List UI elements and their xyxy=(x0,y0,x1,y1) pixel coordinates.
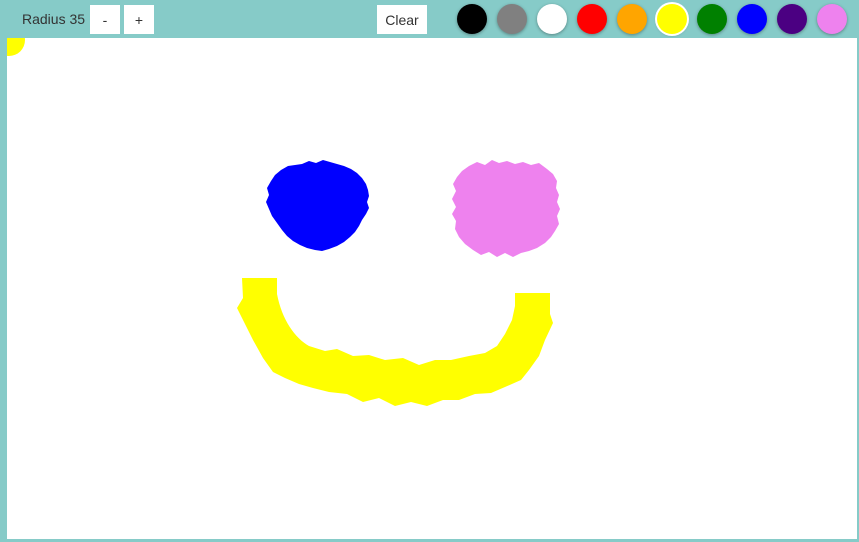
color-swatch-orange[interactable] xyxy=(617,4,647,34)
right-eye-stroke xyxy=(452,160,560,257)
toolbar: Radius 35 - + Clear xyxy=(0,0,859,38)
color-swatch-black[interactable] xyxy=(457,4,487,34)
color-swatch-yellow[interactable] xyxy=(657,4,687,34)
color-swatch-violet[interactable] xyxy=(817,4,847,34)
left-eye-stroke xyxy=(266,160,369,251)
smile-stroke xyxy=(237,278,553,406)
color-swatch-indigo[interactable] xyxy=(777,4,807,34)
decrease-radius-button[interactable]: - xyxy=(90,5,120,34)
corner-dot-stroke xyxy=(7,38,25,56)
clear-button[interactable]: Clear xyxy=(377,5,427,34)
color-swatch-gray[interactable] xyxy=(497,4,527,34)
increase-radius-button[interactable]: + xyxy=(124,5,154,34)
radius-label: Radius 35 xyxy=(22,11,86,27)
color-swatch-white[interactable] xyxy=(537,4,567,34)
color-swatch-blue[interactable] xyxy=(737,4,767,34)
drawing-canvas[interactable] xyxy=(7,38,857,539)
color-swatch-green[interactable] xyxy=(697,4,727,34)
color-swatch-red[interactable] xyxy=(577,4,607,34)
